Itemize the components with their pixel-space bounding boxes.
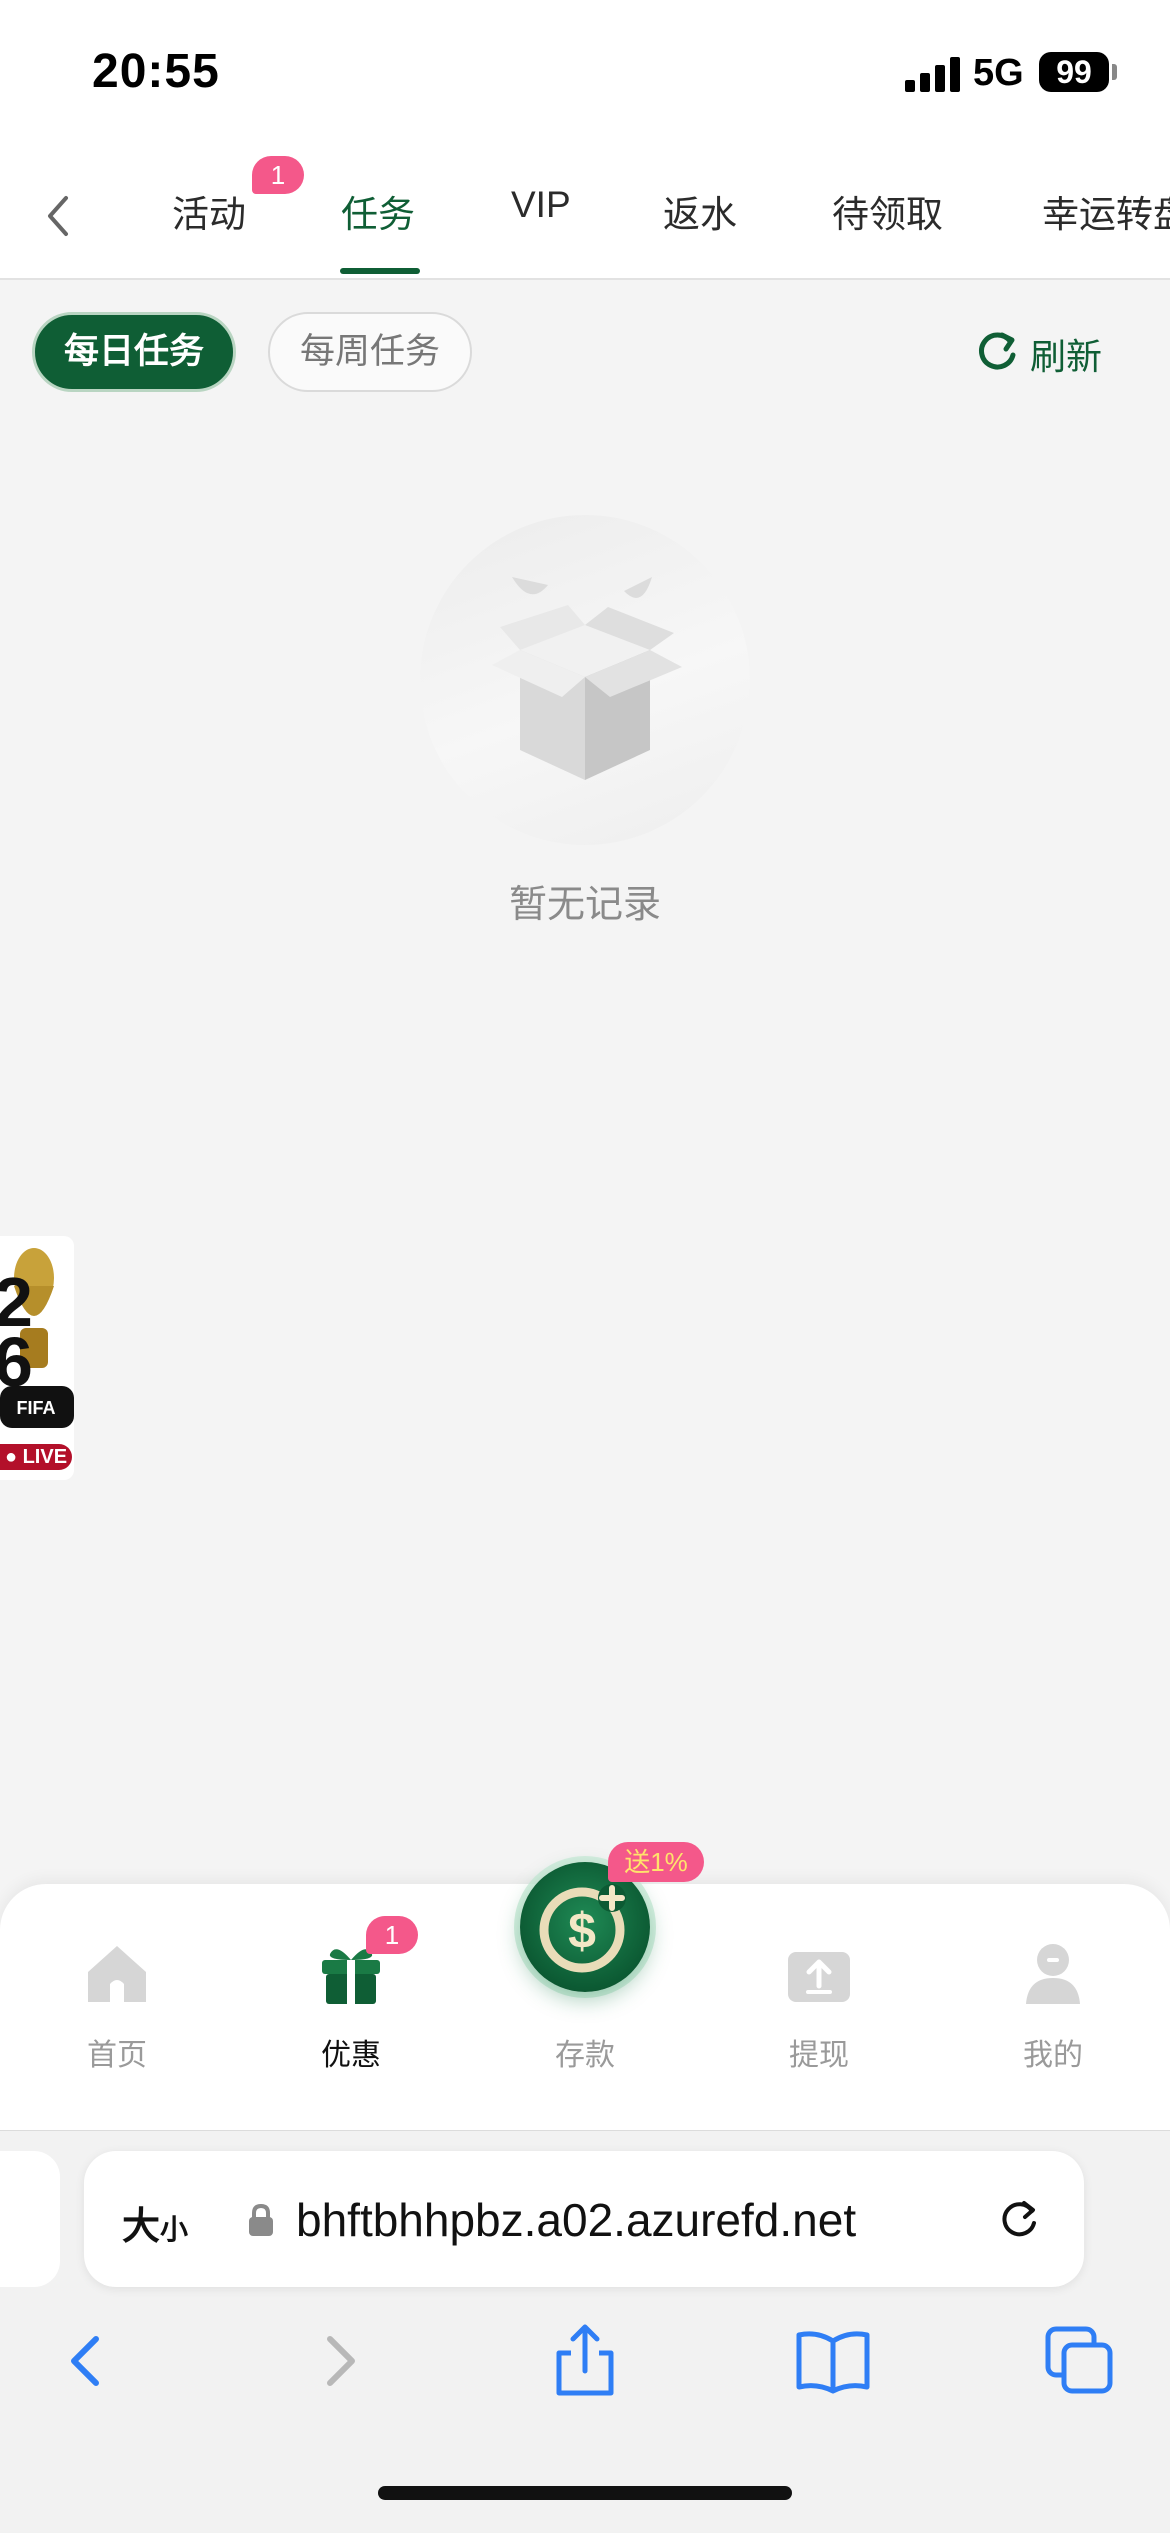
nav-promotions-badge: 1 [366,1916,418,1954]
battery-tip [1112,64,1117,80]
profile-icon [1018,1938,1088,2008]
aa-big-label: 大 [122,2206,161,2248]
nav-profile-label: 我的 [1023,2039,1083,2072]
tab-vip[interactable]: VIP [511,184,571,226]
tab-pending[interactable]: 待领取 [832,184,943,238]
withdraw-icon [784,1938,854,2008]
tab-activity[interactable]: 活动 [172,184,246,238]
reload-icon[interactable] [994,2195,1044,2245]
fifa-label: FIFA [17,1398,56,1418]
live-badge: ● LIVE [0,1444,72,1470]
svg-text:$: $ [568,1903,596,1959]
nav-home-label: 首页 [87,2039,147,2072]
back-icon[interactable] [30,186,90,246]
reader-size-button[interactable]: 大小 [122,2195,188,2250]
active-tab-indicator [340,268,420,274]
lock-icon [246,2203,276,2237]
empty-state-text: 暂无记录 [508,884,661,926]
nav-profile[interactable]: 我的 [936,1884,1170,2130]
back-arrow-icon[interactable] [48,2321,128,2401]
forward-arrow-icon[interactable] [298,2321,378,2401]
signal-icon [905,56,961,92]
home-icon [82,1938,152,2008]
nav-withdraw[interactable]: 提现 [702,1884,936,2130]
nav-home[interactable]: 首页 [0,1884,234,2130]
tabs-icon[interactable] [1040,2321,1120,2401]
tab-lucky-wheel[interactable]: 幸运转盘 [1042,184,1170,238]
home-indicator [378,2486,792,2500]
network-label: 5G [973,52,1024,94]
aa-small-label: 小 [160,2214,189,2245]
nav-promotions-label: 优惠 [321,2039,381,2072]
tab-bar: 活动 1 任务 VIP 返水 待领取 幸运转盘 [0,150,1170,280]
nav-promotions[interactable]: 1 优惠 [234,1884,468,2130]
address-bar[interactable]: 大小 bhftbhhpbz.a02.azurefd.net [84,2151,1084,2287]
browser-toolbar: 大小 bhftbhhpbz.a02.azurefd.net [0,2130,1170,2533]
clock: 20:55 [92,45,220,98]
nav-deposit-label: 存款 [555,2039,615,2072]
daily-tasks-button[interactable]: 每日任务 [32,312,236,392]
tab-rebate[interactable]: 返水 [663,184,737,238]
tab-activity-badge: 1 [252,156,304,194]
weekly-tasks-button[interactable]: 每周任务 [268,312,472,392]
battery-icon: 99 [1039,52,1109,92]
live-label: LIVE [22,1446,68,1468]
share-icon[interactable] [545,2321,625,2401]
refresh-button[interactable]: 刷新 [972,326,1102,382]
refresh-icon [972,327,1022,382]
tab-tasks[interactable]: 任务 [341,184,415,238]
url-text: bhftbhhpbz.a02.azurefd.net [296,2194,857,2246]
status-bar: 20:55 5G 99 [0,0,1170,150]
refresh-label: 刷新 [1030,336,1103,377]
empty-box-illustration [420,515,750,845]
previous-tab-preview[interactable] [0,2151,60,2287]
bookmarks-icon[interactable] [793,2321,873,2401]
nav-withdraw-label: 提现 [789,2039,849,2072]
deposit-promo-badge: 送1% [608,1842,704,1882]
